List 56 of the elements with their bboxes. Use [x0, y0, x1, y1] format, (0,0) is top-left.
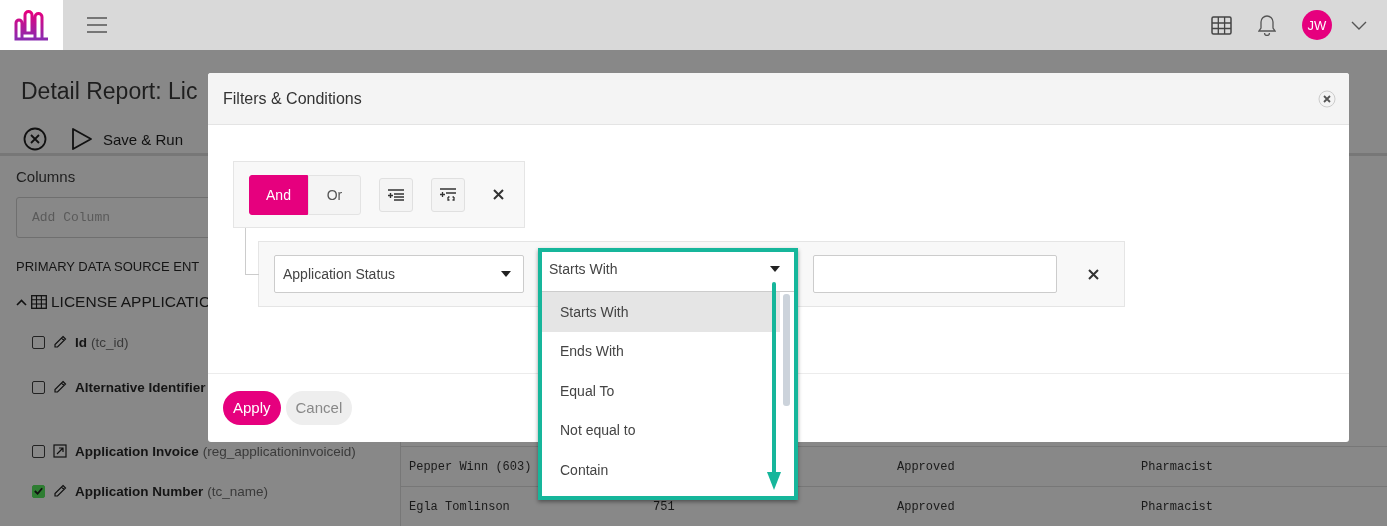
caret-down-icon	[770, 265, 780, 272]
table-cell: Approved	[897, 459, 955, 474]
field-select[interactable]: Application Status	[274, 255, 524, 293]
play-icon	[71, 127, 93, 151]
logic-toggle[interactable]: And	[249, 174, 308, 215]
section-heading: PRIMARY DATA SOURCE ENT	[16, 259, 200, 276]
caret-down-icon	[501, 271, 511, 277]
indent-group-icon	[440, 188, 456, 201]
remove-icon[interactable]	[493, 189, 504, 200]
user-avatar[interactable]: JW	[1302, 10, 1332, 40]
pencil-icon	[53, 484, 67, 498]
report-title: Detail Report: Lic	[21, 77, 198, 106]
table-cell: Pepper Winn (603)	[409, 459, 532, 474]
save-run-button[interactable]: Save & Run	[71, 127, 184, 151]
logo-icon	[13, 9, 50, 41]
dropdown-option[interactable]: Ends With	[542, 331, 780, 371]
dialog-title: Filters & Conditions	[223, 89, 362, 108]
table-cell: Egla Tomlinson	[409, 499, 510, 514]
add-condition-button[interactable]	[379, 177, 413, 212]
bell-icon[interactable]	[1258, 14, 1276, 36]
cancel-button[interactable]: Cancel	[285, 390, 353, 425]
external-link-icon	[53, 444, 67, 458]
column-label[interactable]: Application Invoice (reg_applicationinvoiceid)	[75, 443, 356, 459]
checkbox[interactable]	[32, 444, 45, 458]
columns-heading: Columns	[16, 168, 77, 186]
column-label[interactable]: Alternative Identifier	[75, 379, 206, 395]
table-cell: 751	[653, 499, 675, 514]
menu-icon[interactable]	[87, 17, 107, 33]
table-icon	[31, 295, 47, 309]
dropdown-option[interactable]: Equal To	[542, 371, 780, 411]
indent-icon	[388, 188, 404, 201]
checkbox[interactable]	[32, 484, 45, 498]
dropdown-option[interactable]: Starts With	[542, 292, 780, 332]
table-cell: Pharmacist	[1141, 499, 1213, 514]
chevron-down-icon[interactable]	[1351, 20, 1367, 30]
pencil-icon	[53, 335, 67, 349]
column-label[interactable]: Id (tc_id)	[75, 334, 129, 350]
entity-label: LICENSE APPLICATIO	[51, 293, 211, 311]
caret-up-icon[interactable]	[16, 298, 27, 306]
close-circle-icon[interactable]	[23, 127, 47, 151]
pencil-icon	[53, 380, 67, 394]
logic-toggle[interactable]: Or	[308, 174, 361, 215]
remove-icon[interactable]	[1088, 268, 1099, 280]
dropdown-option[interactable]: Not equal to	[542, 410, 780, 450]
apply-button[interactable]: Apply	[223, 390, 281, 425]
grid-icon[interactable]	[1211, 15, 1232, 35]
close-icon[interactable]	[1318, 89, 1336, 108]
dropdown-option[interactable]: Contain	[542, 450, 780, 490]
table-cell: Approved	[897, 499, 955, 514]
table-cell: Pharmacist	[1141, 459, 1213, 474]
checkbox[interactable]	[32, 335, 45, 349]
column-label[interactable]: Application Number (tc_name)	[75, 483, 269, 499]
scrollbar-thumb[interactable]	[783, 294, 790, 406]
checkbox[interactable]	[32, 380, 45, 394]
value-field[interactable]	[813, 255, 1057, 293]
add-group-button[interactable]	[431, 177, 465, 212]
